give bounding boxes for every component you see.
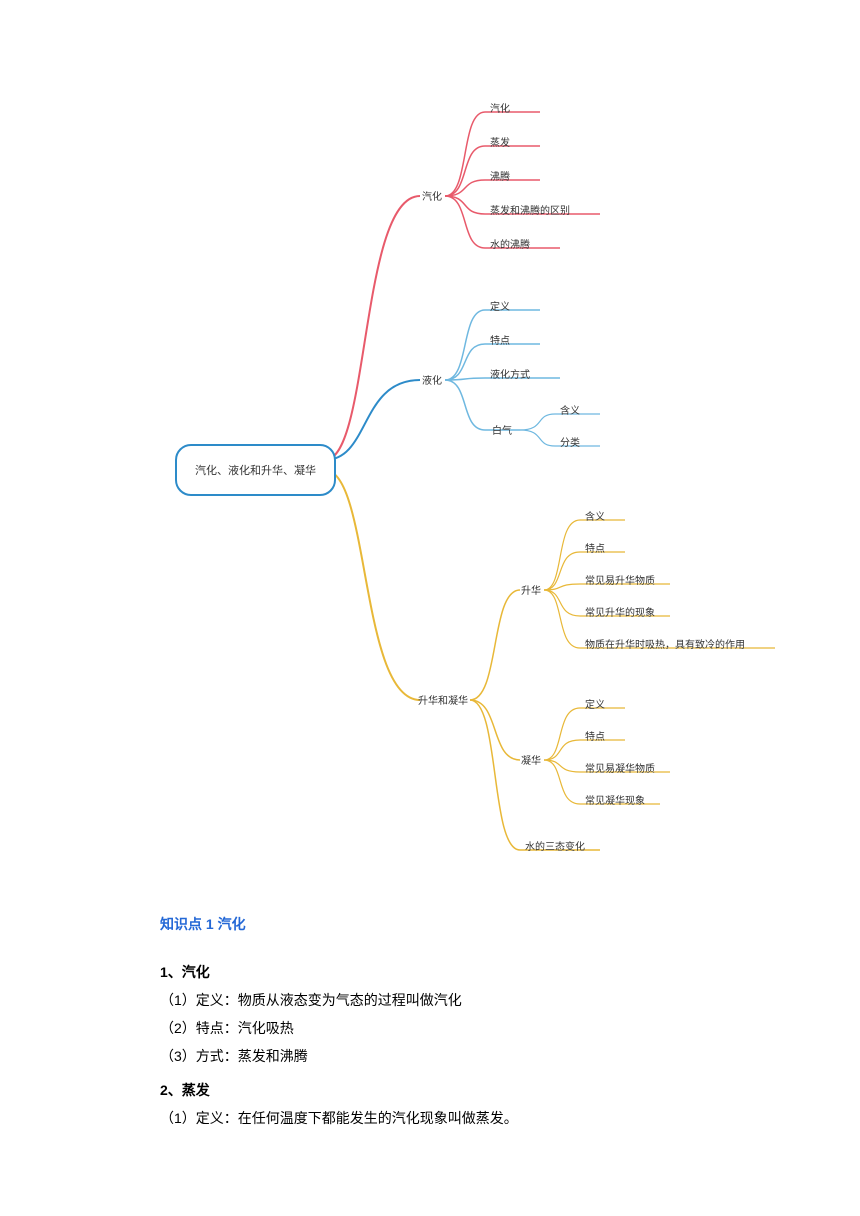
leaf: 汽化 [490,100,510,115]
paragraph: （1）定义：在任何温度下都能发生的汽化现象叫做蒸发。 [160,1104,700,1132]
leaf: 水的三态变化 [525,838,585,853]
node-ninghua: 凝华 [521,752,541,767]
leaf: 分类 [560,434,580,449]
leaf: 特点 [585,728,605,743]
node-branch2: 液化 [422,372,442,387]
leaf: 常见易凝华物质 [585,760,655,775]
paragraph: （3）方式：蒸发和沸腾 [160,1042,700,1070]
paragraph: （2）特点：汽化吸热 [160,1014,700,1042]
heading-2: 2、蒸发 [160,1076,700,1104]
leaf: 含义 [560,402,580,417]
node-baiqi: 白气 [492,422,512,437]
node-shenghua: 升华 [521,582,541,597]
leaf: 常见升华的现象 [585,604,655,619]
leaf: 物质在升华时吸热，具有致冷的作用 [585,636,745,651]
node-branch3: 升华和凝华 [418,692,468,707]
section-title: 知识点 1 汽化 [160,910,700,938]
leaf: 常见凝华现象 [585,792,645,807]
leaf: 特点 [490,332,510,347]
paragraph: （1）定义：物质从液态变为气态的过程叫做汽化 [160,986,700,1014]
leaf: 定义 [490,298,510,313]
root-node: 汽化、液化和升华、凝华 [175,444,336,496]
leaf: 水的沸腾 [490,236,530,251]
leaf: 沸腾 [490,168,510,183]
text-content: 知识点 1 汽化 1、汽化 （1）定义：物质从液态变为气态的过程叫做汽化 （2）… [0,910,860,1172]
leaf: 含义 [585,508,605,523]
leaf: 蒸发和沸腾的区别 [490,202,570,217]
leaf: 常见易升华物质 [585,572,655,587]
leaf: 特点 [585,540,605,555]
leaf: 液化方式 [490,366,530,381]
leaf: 定义 [585,696,605,711]
heading-1: 1、汽化 [160,958,700,986]
mindmap-connectors [0,0,860,910]
node-branch1: 汽化 [422,188,442,203]
mindmap-diagram: 汽化、液化和升华、凝华 汽化 汽化 蒸发 沸腾 蒸发和沸腾的区别 水的沸腾 液化… [0,0,860,910]
leaf: 蒸发 [490,134,510,149]
